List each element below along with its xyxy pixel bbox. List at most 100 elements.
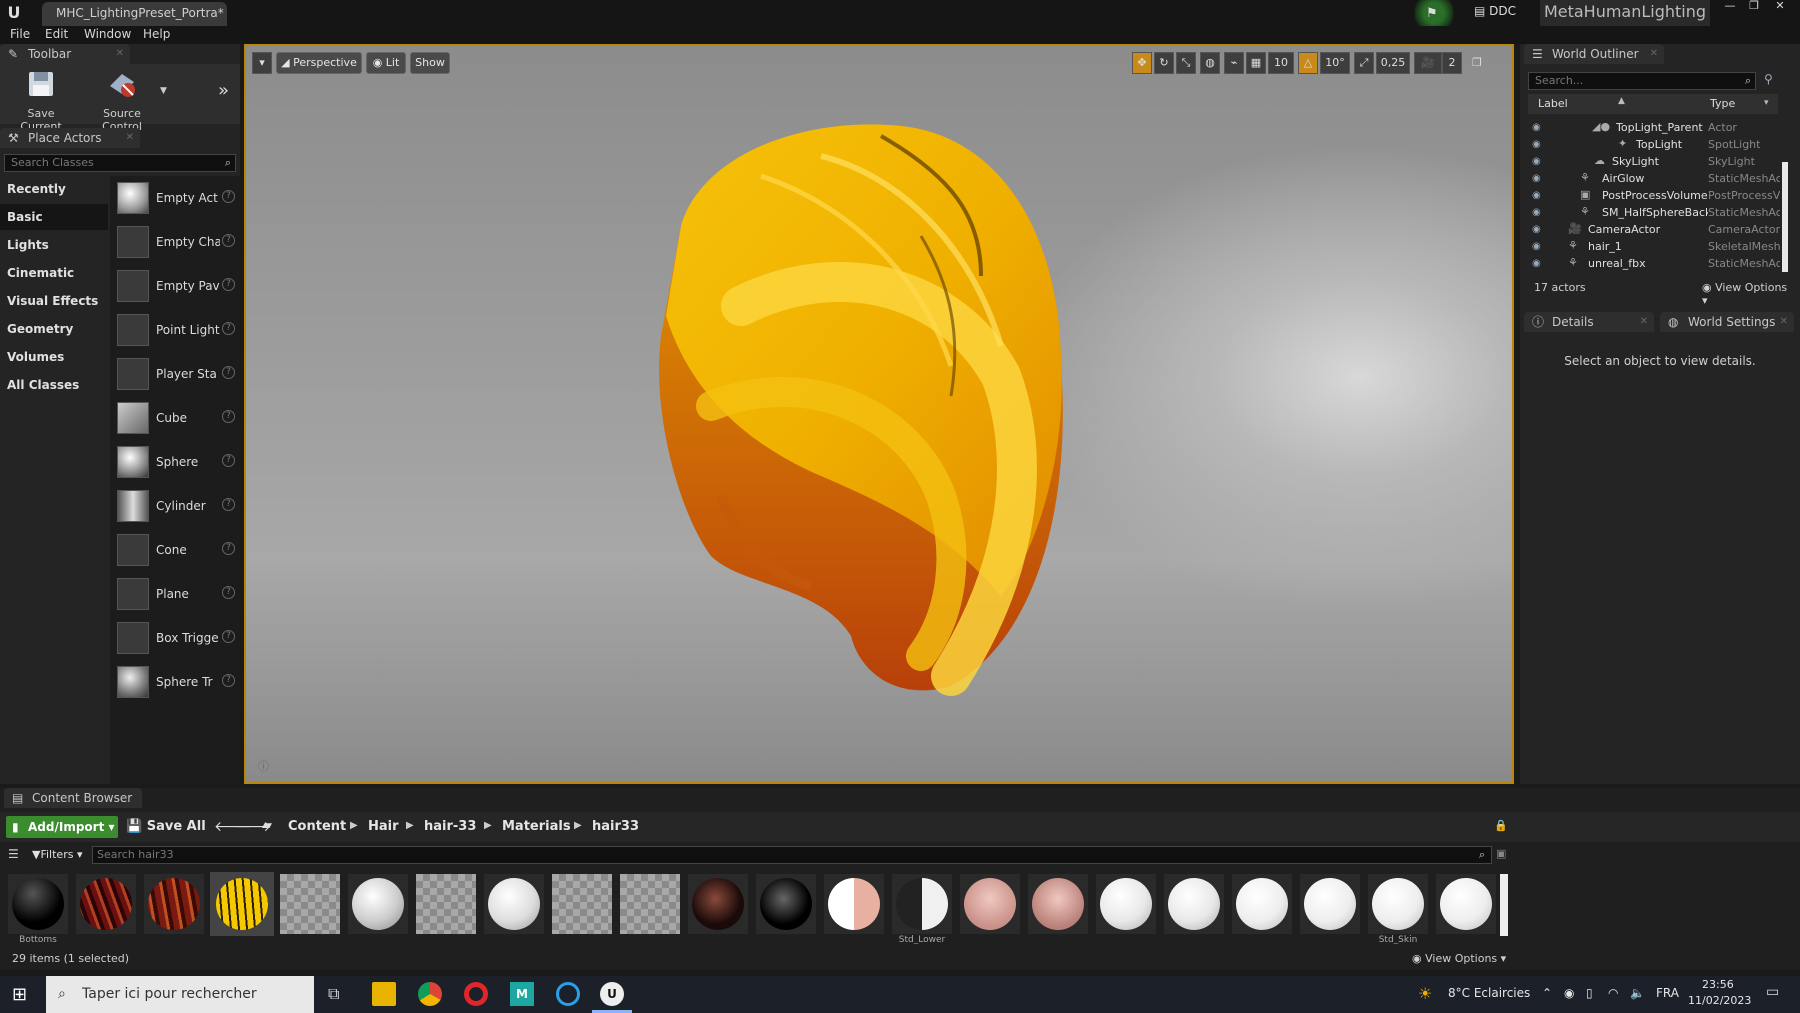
document-tab[interactable]: MHC_LightingPreset_Portra* (42, 2, 227, 26)
wifi-icon[interactable]: ◠ (1608, 986, 1618, 1000)
breadcrumb-hair[interactable]: Hair (368, 819, 399, 834)
rotation-snap-icon[interactable]: △ (1298, 52, 1318, 74)
outliner-search-input[interactable]: Search... ⌕ (1528, 72, 1756, 90)
tray-app-icon[interactable]: ◉ (1564, 986, 1574, 1000)
level-viewport[interactable]: ▾ ◢ Perspective ◉ Lit Show ✥ ↻ ⤡ ◍ ⌁ ▦ 1… (244, 44, 1514, 784)
tray-chevron-icon[interactable]: ⌃ (1542, 986, 1552, 1000)
help-icon[interactable]: ? (222, 322, 235, 335)
unreal-engine-icon[interactable]: U (600, 982, 624, 1006)
filters-button[interactable]: ▼Filters ▾ (32, 848, 82, 861)
menu-file[interactable]: File (10, 27, 30, 41)
visibility-eye-icon[interactable]: ◉ (1532, 122, 1541, 133)
asset-tile[interactable]: Bottoms (8, 874, 68, 944)
close-icon[interactable]: ✕ (1768, 0, 1792, 14)
dropdown-arrow-icon[interactable]: ▼ (160, 86, 167, 96)
help-icon[interactable]: ? (222, 542, 235, 555)
asset-tile[interactable]: Std_Skin (1368, 874, 1428, 944)
scale-snap-value[interactable]: 0,25 (1376, 52, 1410, 74)
type-dropdown-icon[interactable]: ▾ (1764, 98, 1769, 108)
outliner-row[interactable]: ◉ ⚘ unreal_fbx StaticMeshAc (1528, 256, 1780, 273)
task-view-icon[interactable]: ⧉ (328, 984, 339, 1004)
opera-icon[interactable] (464, 982, 488, 1006)
scale-icon[interactable]: ⤡ (1176, 52, 1196, 74)
asset-tile[interactable] (688, 874, 748, 934)
grid-snap-icon[interactable]: ▦ (1246, 52, 1266, 74)
help-icon[interactable]: ? (222, 410, 235, 423)
help-icon[interactable]: ? (222, 366, 235, 379)
category-geometry[interactable]: Geometry (0, 316, 108, 342)
maximize-viewport-icon[interactable]: ❐ (1472, 56, 1482, 69)
tab-close-icon[interactable]: ✕ (1650, 44, 1658, 64)
content-browser-tab[interactable]: ▤ Content Browser (4, 788, 142, 808)
tab-close-icon[interactable]: ✕ (1780, 312, 1788, 332)
breadcrumb-content[interactable]: Content (288, 819, 346, 834)
lock-icon[interactable]: 🔒 (1494, 819, 1508, 832)
help-icon[interactable]: ? (222, 454, 235, 467)
add-import-button[interactable]: ▮ Add/Import ▾ (6, 816, 118, 838)
asset-tile[interactable] (1164, 874, 1224, 934)
breadcrumb-hair-33[interactable]: hair-33 (424, 819, 476, 834)
outliner-scrollbar[interactable] (1782, 162, 1788, 272)
asset-tile-selected[interactable] (210, 872, 274, 936)
asset-tile[interactable] (144, 874, 204, 934)
place-actors-tab[interactable]: ⚒ Place Actors ✕ (0, 128, 140, 148)
outliner-row[interactable]: ◉ ◢● TopLight_Parent Actor (1528, 120, 1778, 137)
asset-tile[interactable] (824, 874, 884, 934)
toolbar-tab[interactable]: ✎ Toolbar ✕ (0, 44, 130, 64)
save-all-button[interactable]: 💾 Save All (126, 819, 206, 834)
battery-icon[interactable]: ▯ (1586, 986, 1593, 1000)
visibility-eye-icon[interactable]: ◉ (1532, 190, 1541, 201)
restore-icon[interactable]: ❐ (1742, 0, 1766, 14)
world-local-icon[interactable]: ◍ (1200, 52, 1220, 74)
clock-time[interactable]: 23:56 (1702, 978, 1734, 991)
visibility-eye-icon[interactable]: ◉ (1532, 258, 1541, 269)
world-outliner-tab[interactable]: ☰ World Outliner ✕ (1524, 44, 1664, 64)
asset-tile[interactable] (1300, 874, 1360, 934)
translate-icon[interactable]: ✥ (1132, 52, 1152, 74)
column-label[interactable]: Label (1538, 97, 1568, 110)
search-classes-input[interactable]: Search Classes ⌕ (4, 154, 236, 172)
grid-snap-value[interactable]: 10 (1268, 52, 1294, 74)
outliner-row[interactable]: ◉ ▣ PostProcessVolume PostProcessV (1528, 188, 1780, 205)
windows-start-icon[interactable]: ⊞ (12, 984, 27, 1005)
category-volumes[interactable]: Volumes (0, 344, 108, 370)
show-button[interactable]: Show (410, 52, 450, 74)
save-search-icon[interactable]: ▣ (1496, 847, 1506, 860)
language-indicator[interactable]: FRA (1656, 986, 1679, 1000)
asset-tile[interactable] (280, 874, 340, 934)
asset-tile[interactable] (484, 874, 544, 934)
category-all-classes[interactable]: All Classes (0, 372, 108, 398)
rotation-snap-value[interactable]: 10° (1320, 52, 1350, 74)
help-icon[interactable]: ? (222, 234, 235, 247)
asset-tile[interactable] (1436, 874, 1496, 934)
outliner-row[interactable]: ◉ ⚘ hair_1 SkeletalMesh (1528, 239, 1780, 256)
actor-item[interactable]: Empty Cha? (110, 222, 240, 262)
outliner-row[interactable]: ◉ ☁ SkyLight SkyLight (1528, 154, 1778, 171)
help-icon[interactable]: ? (222, 190, 235, 203)
details-tab[interactable]: ⓘ Details ✕ (1524, 312, 1654, 332)
outliner-row[interactable]: ◉ ✦ TopLight SpotLight (1528, 137, 1778, 154)
visibility-eye-icon[interactable]: ◉ (1532, 207, 1541, 218)
actor-item[interactable]: Cylinder? (110, 486, 240, 526)
asset-tile[interactable] (1232, 874, 1292, 934)
viewport-options-icon[interactable]: ▾ (252, 52, 272, 74)
outliner-row[interactable]: ◉ 🎥 CameraActor CameraActor (1528, 222, 1780, 239)
breadcrumb-materials[interactable]: Materials (502, 819, 571, 834)
visibility-eye-icon[interactable]: ◉ (1532, 224, 1541, 235)
sources-toggle-icon[interactable]: ☰ (8, 847, 19, 861)
asset-tile[interactable]: Std_Lower (892, 874, 952, 944)
asset-tile[interactable] (620, 874, 680, 934)
visibility-eye-icon[interactable]: ◉ (1532, 156, 1541, 167)
source-control-button[interactable]: Source Control (82, 68, 162, 133)
help-icon[interactable]: ? (222, 674, 235, 687)
camera-speed-value[interactable]: 2 (1442, 52, 1462, 74)
notification-icon[interactable]: ▭ (1766, 984, 1779, 1000)
ddc-indicator[interactable]: ▤ DDC (1474, 4, 1516, 18)
category-lights[interactable]: Lights (0, 232, 108, 258)
maya-icon[interactable]: M (510, 982, 534, 1006)
actor-item[interactable]: Plane? (110, 574, 240, 614)
asset-tile[interactable] (76, 874, 136, 934)
save-current-button[interactable]: Save Current (6, 68, 76, 133)
actor-item[interactable]: Point Light? (110, 310, 240, 350)
volume-icon[interactable]: 🔈 (1630, 986, 1645, 1000)
